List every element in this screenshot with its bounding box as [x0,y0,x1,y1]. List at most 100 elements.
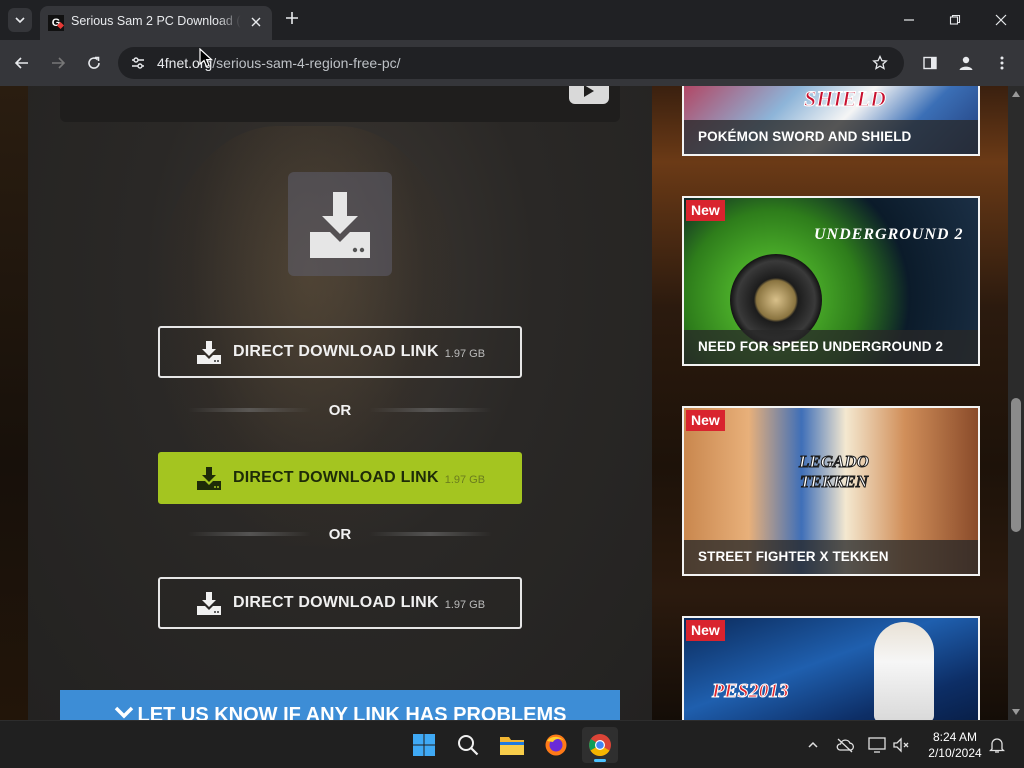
display-tray-button[interactable] [866,734,888,756]
file-explorer-button[interactable] [494,727,530,763]
reload-button[interactable] [82,51,106,75]
back-button[interactable] [10,51,34,75]
chrome-button[interactable] [582,727,618,763]
plus-icon [286,12,298,24]
minimize-button[interactable] [897,8,921,32]
show-hidden-icons-button[interactable] [802,734,824,756]
or-text: OR [328,401,352,419]
game-art-logo: LEGADO TEKKEN [799,452,870,492]
game-art-logo: SHIELD [804,86,887,112]
direct-download-button-2[interactable]: DIRECT DOWNLOAD LINK 1.97 GB [158,452,522,504]
site-info-button[interactable] [128,53,148,73]
tab-title: Serious Sam 2 PC Download (v [71,14,241,28]
url-path: /serious-sam-4-region-free-pc/ [212,55,401,71]
scroll-down-button[interactable] [1008,704,1024,720]
triangle-up-icon [1012,91,1020,97]
separator-line [188,532,311,536]
or-separator: OR [188,400,492,420]
separator-line [369,408,492,412]
clock-time: 8:24 AM [932,730,978,744]
restore-button[interactable] [943,8,967,32]
download-icon [195,465,223,491]
taskbar-search-button[interactable] [450,727,486,763]
more-vertical-icon [1000,56,1004,70]
chevron-up-icon [808,741,818,748]
download-icon [288,172,392,276]
video-embed[interactable] [60,86,620,122]
close-icon [251,17,261,27]
report-link-problems-button[interactable]: LET US KNOW IF ANY LINK HAS PROBLEMS [60,690,620,720]
tab-search-button[interactable] [8,8,32,32]
notifications-button[interactable] [986,734,1008,756]
forward-button[interactable] [46,51,70,75]
close-window-button[interactable] [989,8,1013,32]
clock-date: 2/10/2024 [928,746,982,760]
cloud-offline-icon [836,738,854,753]
game-art-logo: UNDERGROUND 2 [814,226,964,243]
download-button-label: DIRECT DOWNLOAD LINK [232,469,439,486]
profile-icon [959,56,973,70]
download-icon [195,339,223,365]
mouse-cursor-icon [199,48,213,68]
game-card-pokemon[interactable]: SHIELD POKÉMON SWORD AND SHIELD [682,86,980,156]
taskbar-clock[interactable]: 8:24 AM 2/10/2024 [920,729,990,761]
game-title: POKÉMON SWORD AND SHIELD [684,120,978,154]
game-title: STREET FIGHTER X TEKKEN [684,540,978,574]
site-favicon-icon: G [48,15,64,31]
or-separator: OR [188,524,492,544]
page-viewport: DIRECT DOWNLOAD LINK 1.97 GB OR DIRECT D… [0,86,1008,720]
firefox-button[interactable] [538,727,574,763]
volume-tray-button[interactable] [890,734,912,756]
browser-menu-button[interactable] [990,51,1014,75]
download-button-label: DIRECT DOWNLOAD LINK [232,594,439,611]
arrow-left-icon [14,57,28,69]
youtube-play-icon[interactable] [569,86,609,104]
browser-toolbar: 4fnet.org/serious-sam-4-region-free-pc/ [0,40,1024,86]
page-background-art [0,86,28,720]
active-app-indicator [594,759,606,762]
scroll-up-button[interactable] [1008,86,1024,102]
game-card-pes-2013[interactable]: PES2013 New [682,616,980,720]
speaker-muted-icon [893,737,909,753]
game-title: NEED FOR SPEED UNDERGROUND 2 [684,330,978,364]
bookmark-button[interactable] [870,53,890,73]
game-art-logo: PES2013 [712,680,790,703]
download-panel: DIRECT DOWNLOAD LINK 1.97 GB OR DIRECT D… [28,86,652,720]
arrow-right-icon [52,57,66,69]
side-panel-button[interactable] [918,51,942,75]
url-text: 4fnet.org/serious-sam-4-region-free-pc/ [157,55,401,71]
minimize-icon [904,19,914,21]
onedrive-tray-button[interactable] [834,734,856,756]
reload-icon [88,56,100,69]
direct-download-button-3[interactable]: DIRECT DOWNLOAD LINK 1.97 GB [158,577,522,629]
scroll-thumb[interactable] [1011,398,1021,532]
windows-start-icon [413,734,435,756]
direct-download-button-1[interactable]: DIRECT DOWNLOAD LINK 1.97 GB [158,326,522,378]
browser-tab[interactable]: G Serious Sam 2 PC Download (v [40,6,272,40]
tab-strip: G Serious Sam 2 PC Download (v [0,0,1024,40]
triangle-down-icon [1012,709,1020,715]
tune-icon [132,57,144,69]
separator-line [369,532,492,536]
close-tab-button[interactable] [248,14,264,30]
start-button[interactable] [406,727,442,763]
new-tab-button[interactable] [282,9,302,29]
page-scrollbar[interactable] [1008,86,1024,720]
address-bar[interactable]: 4fnet.org/serious-sam-4-region-free-pc/ [118,47,904,79]
report-bar-text: LET US KNOW IF ANY LINK HAS PROBLEMS [137,704,567,720]
download-size: 1.97 GB [444,347,486,360]
download-icon [195,590,223,616]
new-badge: New [686,200,725,221]
sidebar-games: SHIELD POKÉMON SWORD AND SHIELD UNDERGRO… [652,86,1008,720]
separator-line [188,408,311,412]
side-panel-icon [923,56,937,70]
monitor-icon [868,737,886,753]
star-icon [872,55,888,70]
search-icon [458,735,479,756]
game-card-street-fighter-x-tekken[interactable]: LEGADO TEKKEN New STREET FIGHTER X TEKKE… [682,406,980,576]
download-button-label: DIRECT DOWNLOAD LINK [232,343,439,360]
game-card-nfs-underground-2[interactable]: UNDERGROUND 2 New NEED FOR SPEED UNDERGR… [682,196,980,366]
player-art [874,622,934,720]
download-tray-icon [310,192,370,258]
profile-button[interactable] [954,51,978,75]
